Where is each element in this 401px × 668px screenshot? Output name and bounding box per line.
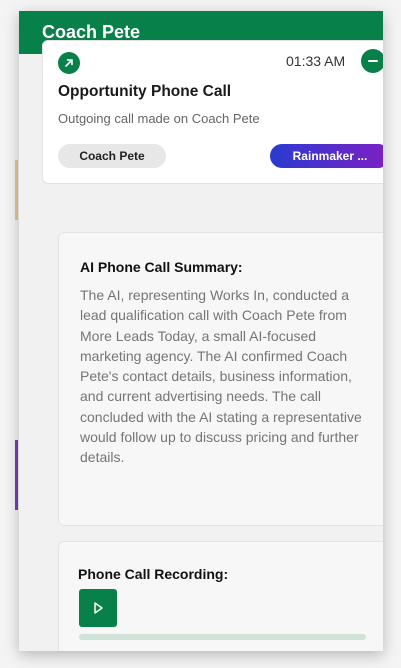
contact-chip[interactable]: Coach Pete: [58, 144, 166, 168]
agent-chip[interactable]: Rainmaker ...: [270, 144, 383, 168]
recording-title: Phone Call Recording:: [78, 566, 229, 582]
activity-card[interactable]: 01:33 AM Opportunity Phone Call Outgoing…: [42, 40, 383, 184]
arrow-up-right-icon[interactable]: [58, 52, 80, 74]
background-accent-purple: [15, 440, 18, 510]
recording-panel: Phone Call Recording:: [58, 541, 383, 651]
collapse-minus-icon[interactable]: [361, 49, 383, 73]
background-accent-orange: [15, 160, 18, 220]
activity-time: 01:33 AM: [286, 53, 346, 69]
summary-text: The AI, representing Works In, conducted…: [80, 287, 362, 466]
summary-title: AI Phone Call Summary:: [80, 259, 243, 275]
play-button[interactable]: [79, 589, 117, 627]
summary-panel: AI Phone Call Summary: The AI, represent…: [58, 232, 383, 526]
recording-progress-bar[interactable]: [79, 634, 366, 640]
contact-activity-panel: Coach Pete 01:33 AM Opportunity Phone Ca…: [19, 11, 383, 651]
activity-subtitle: Outgoing call made on Coach Pete: [58, 111, 260, 126]
activity-title: Opportunity Phone Call: [58, 83, 232, 100]
play-icon: [94, 602, 103, 614]
